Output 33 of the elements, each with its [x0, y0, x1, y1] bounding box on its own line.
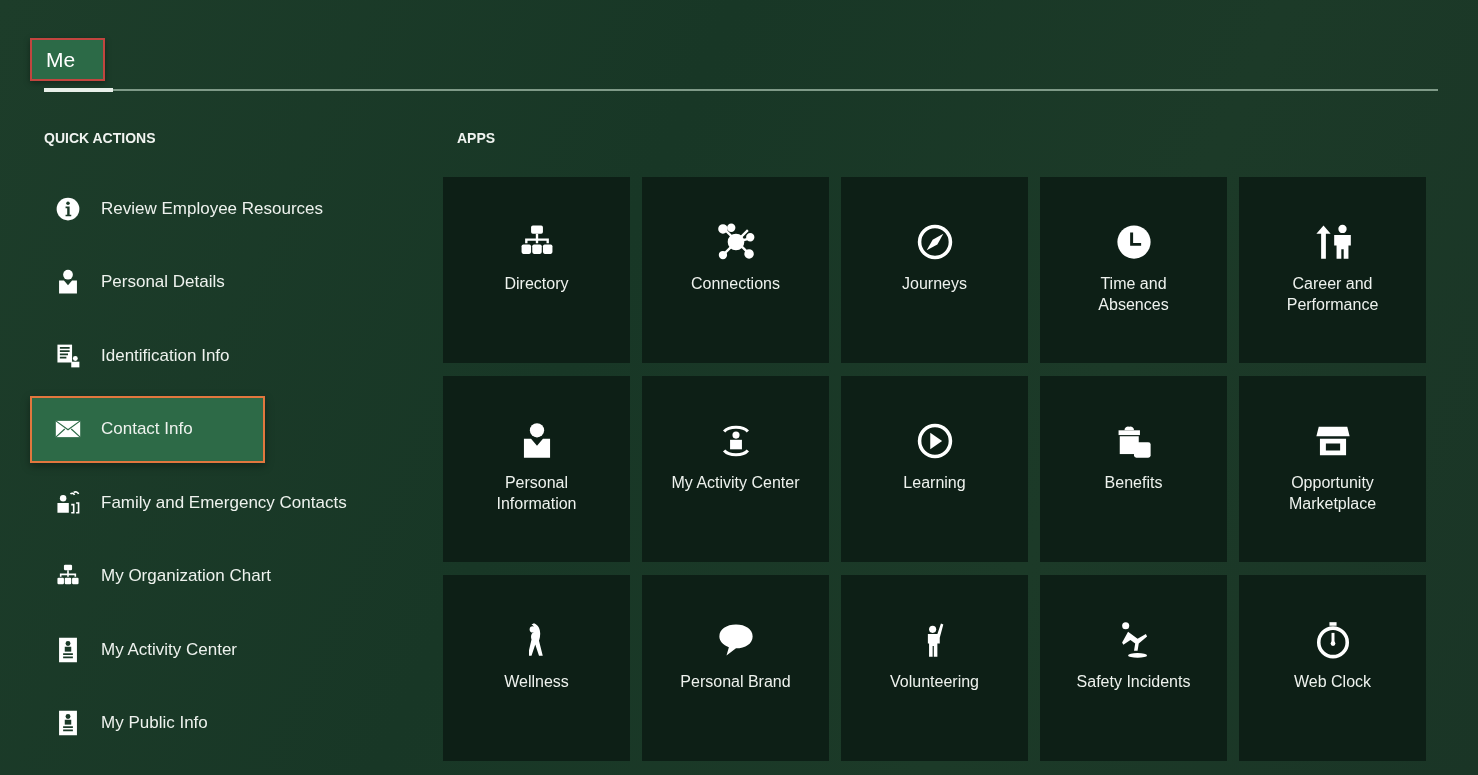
me-tab[interactable]: Me — [30, 38, 105, 81]
quick-action-item[interactable]: Review Employee Resources — [30, 175, 338, 242]
app-tile[interactable]: Learning — [841, 376, 1028, 562]
app-tile[interactable]: Personal Information — [443, 376, 630, 562]
quick-action-item[interactable]: Personal Details — [30, 248, 265, 316]
app-tile[interactable]: Connections — [642, 177, 829, 363]
section-heading: QUICK ACTIONS — [44, 130, 157, 146]
document-person-icon — [55, 342, 81, 369]
app-tile[interactable]: Directory — [443, 177, 630, 363]
section-heading: APPS — [457, 130, 497, 146]
app-tile[interactable]: Web Clock — [1239, 575, 1426, 761]
app-tile[interactable]: Wellness — [443, 575, 630, 761]
compass-icon — [915, 223, 954, 261]
quick-action-item[interactable]: My Public Info — [30, 689, 265, 757]
info-icon — [55, 195, 81, 222]
quick-action-item[interactable]: Family and Emergency Contacts — [30, 469, 361, 536]
app-tile[interactable]: My Activity Center — [642, 376, 829, 562]
app-tile[interactable]: Career and Performance — [1239, 177, 1426, 363]
app-tile[interactable]: Opportunity Marketplace — [1239, 376, 1426, 562]
play-icon — [915, 422, 954, 460]
quick-action-item[interactable]: My Organization Chart — [30, 542, 286, 610]
network-icon — [716, 223, 755, 261]
app-tile[interactable]: Time and Absences — [1040, 177, 1227, 363]
app-tile[interactable]: Personal Brand — [642, 575, 829, 761]
quick-action-item[interactable]: Identification Info — [30, 322, 265, 389]
app-tile[interactable]: Safety Incidents — [1040, 575, 1227, 761]
app-tile[interactable]: Benefits — [1040, 376, 1227, 562]
app-tile[interactable]: Journeys — [841, 177, 1028, 363]
stretching-figure-icon — [529, 621, 544, 659]
quick-action-item[interactable]: Contact Info — [30, 395, 265, 463]
quick-action-item[interactable]: My Activity Center — [30, 616, 265, 683]
clock-icon — [1114, 223, 1153, 261]
app-tile[interactable]: Volunteering — [841, 575, 1028, 761]
